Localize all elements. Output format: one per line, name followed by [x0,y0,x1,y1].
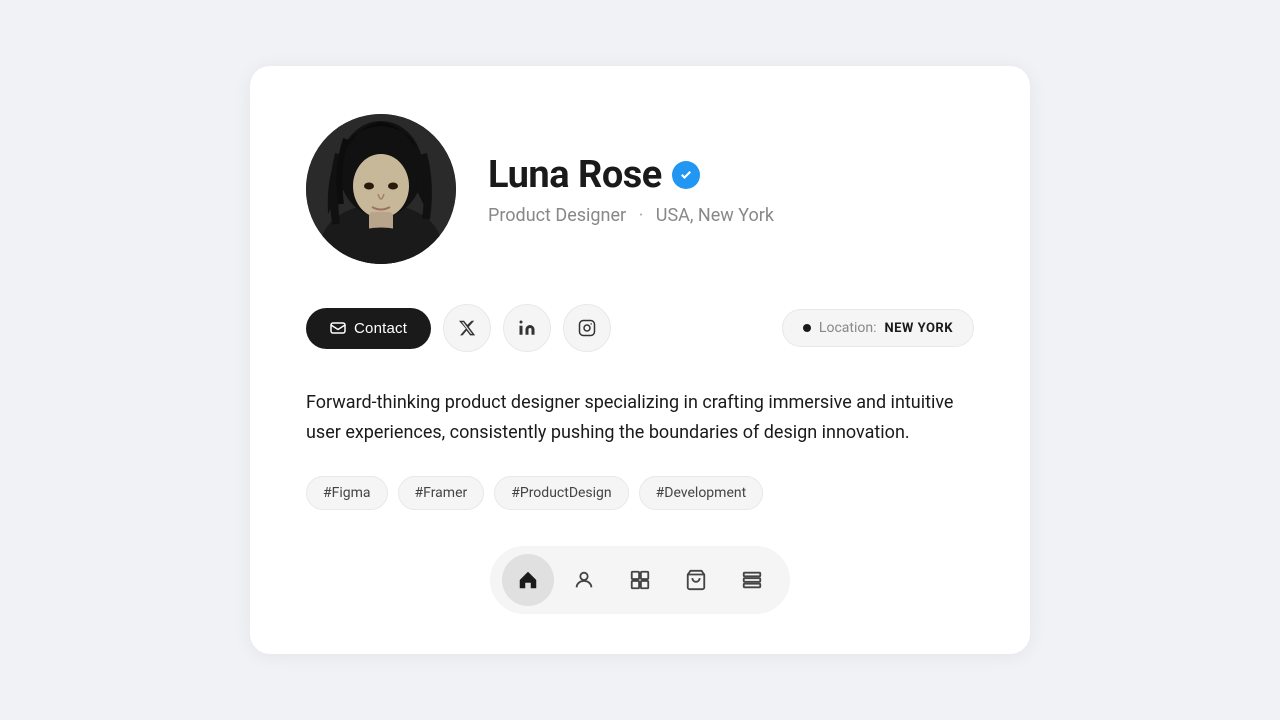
avatar-wrapper [306,114,456,264]
grid-icon [629,569,651,591]
location-label: Location: [819,320,877,336]
location-badge: Location: NEW YORK [782,309,974,347]
verified-badge [672,161,700,189]
actions-row: Contact Location: NEW YORK [306,304,974,352]
avatar [306,114,456,264]
profile-location: USA, New York [656,205,774,226]
mail-icon [330,320,346,336]
profile-card: Luna Rose Product Designer · USA, New Yo… [250,66,1030,653]
profile-info: Luna Rose Product Designer · USA, New Yo… [488,153,774,226]
linkedin-button[interactable] [503,304,551,352]
twitter-icon [458,319,476,337]
tag-productdesign[interactable]: #ProductDesign [494,476,628,510]
nav-bar [490,546,790,614]
nav-profile[interactable] [558,554,610,606]
contact-button[interactable]: Contact [306,308,431,349]
profile-name: Luna Rose [488,153,662,197]
list-icon [741,569,763,591]
bottom-nav [306,546,974,614]
profile-title: Product Designer [488,205,626,226]
tags-row: #Figma #Framer #ProductDesign #Developme… [306,476,974,510]
home-icon [517,569,539,591]
tag-framer[interactable]: #Framer [398,476,485,510]
instagram-icon [578,319,596,337]
location-dot-icon [803,324,811,332]
name-row: Luna Rose [488,153,774,197]
nav-home[interactable] [502,554,554,606]
profile-subtitle: Product Designer · USA, New York [488,205,774,226]
cart-icon [685,569,707,591]
nav-grid[interactable] [614,554,666,606]
twitter-button[interactable] [443,304,491,352]
separator: · [639,205,644,226]
nav-list[interactable] [726,554,778,606]
contact-label: Contact [354,320,407,337]
profile-bio: Forward-thinking product designer specia… [306,388,974,447]
tag-development[interactable]: #Development [639,476,764,510]
tag-figma[interactable]: #Figma [306,476,388,510]
linkedin-icon [518,319,536,337]
profile-header: Luna Rose Product Designer · USA, New Yo… [306,114,974,264]
profile-icon [573,569,595,591]
nav-cart[interactable] [670,554,722,606]
location-value: NEW YORK [884,321,953,336]
instagram-button[interactable] [563,304,611,352]
